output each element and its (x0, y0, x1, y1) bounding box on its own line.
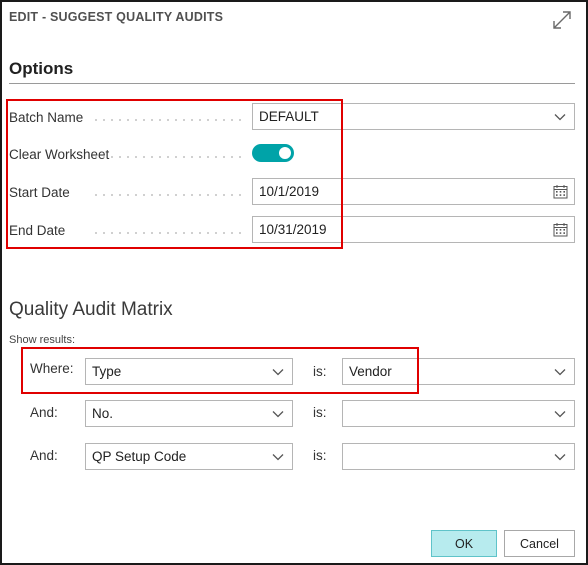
options-section-title: Options (9, 59, 74, 78)
and-label: And: (30, 448, 58, 463)
matrix-section-title: Quality Audit Matrix (9, 299, 173, 320)
chevron-down-icon (272, 454, 284, 461)
label-leader-dots (92, 119, 242, 121)
chevron-down-icon (272, 411, 284, 418)
chevron-down-icon (554, 411, 566, 418)
section-divider (9, 83, 575, 84)
batch-name-label: Batch Name (9, 110, 84, 125)
start-date-input[interactable]: 10/1/2019 (252, 178, 575, 205)
where-label: Where: (30, 361, 74, 376)
filter-field-dropdown[interactable]: QP Setup Code (85, 443, 293, 470)
filter-field-dropdown[interactable]: Type (85, 358, 293, 385)
cancel-button[interactable]: Cancel (504, 530, 575, 557)
filter-field-value: Type (92, 364, 122, 379)
start-date-label: Start Date (9, 185, 70, 200)
toggle-knob (279, 147, 291, 159)
end-date-label: End Date (9, 223, 66, 238)
batch-name-dropdown[interactable]: DEFAULT (252, 103, 575, 130)
filter-field-value: QP Setup Code (92, 449, 187, 464)
calendar-icon[interactable] (553, 222, 568, 237)
filter-value-dropdown[interactable]: Vendor (342, 358, 575, 385)
ok-button[interactable]: OK (431, 530, 497, 557)
label-leader-dots (92, 194, 242, 196)
filter-field-dropdown[interactable]: No. (85, 400, 293, 427)
start-date-value: 10/1/2019 (259, 184, 320, 199)
calendar-icon[interactable] (553, 184, 568, 199)
clear-worksheet-label: Clear Worksheet (9, 147, 110, 162)
filter-value: Vendor (349, 364, 392, 379)
filter-value-dropdown[interactable] (342, 400, 575, 427)
dialog-frame: EDIT - SUGGEST QUALITY AUDITS Options Ba… (0, 0, 588, 565)
expand-diagonal-icon[interactable] (550, 8, 574, 32)
chevron-down-icon (554, 114, 566, 121)
chevron-down-icon (272, 369, 284, 376)
and-label: And: (30, 405, 58, 420)
end-date-value: 10/31/2019 (259, 222, 327, 237)
chevron-down-icon (554, 369, 566, 376)
filter-field-value: No. (92, 406, 114, 421)
chevron-down-icon (554, 454, 566, 461)
label-leader-dots (92, 232, 242, 234)
is-label: is: (313, 405, 327, 420)
is-label: is: (313, 364, 327, 379)
dialog-title: EDIT - SUGGEST QUALITY AUDITS (9, 10, 224, 24)
filter-value-dropdown[interactable] (342, 443, 575, 470)
is-label: is: (313, 448, 327, 463)
show-results-label: Show results: (9, 334, 76, 346)
end-date-input[interactable]: 10/31/2019 (252, 216, 575, 243)
batch-name-value: DEFAULT (259, 109, 319, 124)
label-leader-dots (92, 156, 242, 158)
clear-worksheet-toggle[interactable] (252, 144, 294, 162)
